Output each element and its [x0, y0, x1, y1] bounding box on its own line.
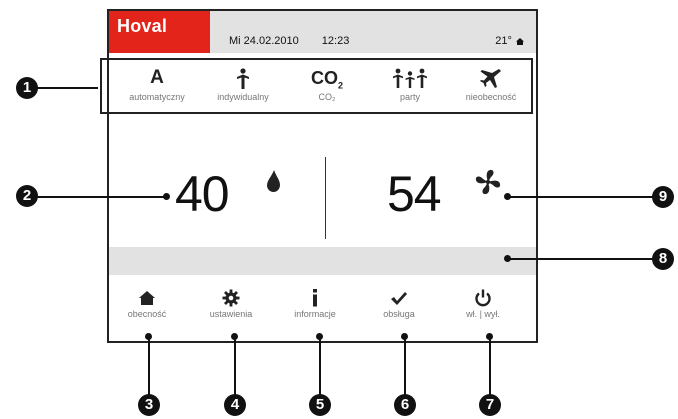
- checkmark-icon: [391, 292, 407, 305]
- callout-1: 1: [16, 77, 38, 99]
- fan-icon: [475, 169, 501, 195]
- brand-logo: Hoval: [109, 11, 210, 53]
- nav-presence[interactable]: obecność: [107, 289, 187, 333]
- date-text: Mi 24.02.2010: [229, 35, 299, 47]
- callout-1-leader: [37, 87, 98, 89]
- callout-2-dot: [163, 193, 170, 200]
- airplane-icon: [480, 69, 501, 88]
- callout-6-dot: [401, 333, 408, 340]
- nav-label: wł. | wył.: [466, 309, 500, 319]
- nav-information[interactable]: informacje: [275, 289, 355, 333]
- co2-icon: CO2: [310, 68, 343, 91]
- callout-9: 9: [652, 186, 674, 208]
- nav-label: ustawienia: [209, 309, 253, 319]
- top-bar: Hoval Mi 24.02.2010 12:23 21°: [109, 11, 536, 53]
- callout-3: 3: [138, 394, 160, 416]
- value-divider: [325, 157, 326, 239]
- callout-7: 7: [479, 394, 501, 416]
- mode-label: indywidualny: [217, 92, 269, 102]
- brand-name: Hoval: [117, 16, 168, 36]
- callout-2-leader: [37, 196, 167, 198]
- home-icon: [139, 291, 155, 305]
- mode-label: party: [399, 92, 420, 102]
- callout-5-leader: [319, 337, 321, 395]
- water-drop-icon: [267, 170, 280, 192]
- automatic-A-icon: A: [150, 67, 164, 88]
- mode-selector: A automatyczny indywidualny CO2 CO₂ part…: [100, 58, 533, 114]
- mode-label: CO₂: [318, 92, 336, 102]
- mode-individual[interactable]: indywidualny: [200, 60, 286, 112]
- status-bar: [109, 247, 536, 275]
- callout-9-leader: [508, 196, 656, 198]
- callout-4: 4: [224, 394, 246, 416]
- mode-label: automatyczny: [129, 92, 185, 102]
- callout-3-leader: [148, 337, 150, 395]
- nav-label: obsługa: [383, 309, 415, 319]
- person-icon: [237, 68, 249, 89]
- callout-4-dot: [231, 333, 238, 340]
- gear-icon: [222, 289, 240, 307]
- callout-7-dot: [486, 333, 493, 340]
- humidity-value: 40: [175, 166, 230, 222]
- outdoor-temperature: 21°: [495, 35, 524, 47]
- callout-8: 8: [652, 248, 674, 270]
- callout-5-dot: [316, 333, 323, 340]
- callout-3-dot: [145, 333, 152, 340]
- nav-label: informacje: [294, 309, 336, 319]
- datetime: Mi 24.02.2010 12:23: [229, 35, 349, 47]
- device-screen: Hoval Mi 24.02.2010 12:23 21° A automaty…: [100, 9, 538, 343]
- callout-4-leader: [234, 337, 236, 395]
- temperature-text: 21°: [495, 35, 512, 47]
- nav-settings[interactable]: ustawienia: [191, 289, 271, 333]
- nav-power[interactable]: wł. | wył.: [443, 289, 523, 333]
- fan-level-value: 54: [387, 166, 442, 222]
- house-small-icon: [516, 38, 524, 45]
- nav-service[interactable]: obsługa: [359, 289, 439, 333]
- callout-2: 2: [16, 185, 38, 207]
- callout-5: 5: [309, 394, 331, 416]
- nav-label: obecność: [127, 309, 167, 319]
- power-icon: [475, 289, 491, 307]
- mode-party[interactable]: party: [367, 60, 453, 112]
- mode-automatic[interactable]: A automatyczny: [114, 60, 200, 112]
- mode-co2[interactable]: CO2 CO₂: [284, 60, 370, 112]
- callout-7-leader: [489, 337, 491, 395]
- time-text: 12:23: [321, 35, 350, 47]
- group-people-icon: [393, 68, 427, 88]
- mode-label: nieobecność: [465, 92, 517, 102]
- callout-8-leader: [508, 258, 656, 260]
- callout-6: 6: [394, 394, 416, 416]
- mode-absence[interactable]: nieobecność: [448, 60, 534, 112]
- info-icon: [313, 289, 317, 307]
- callout-6-leader: [404, 337, 406, 395]
